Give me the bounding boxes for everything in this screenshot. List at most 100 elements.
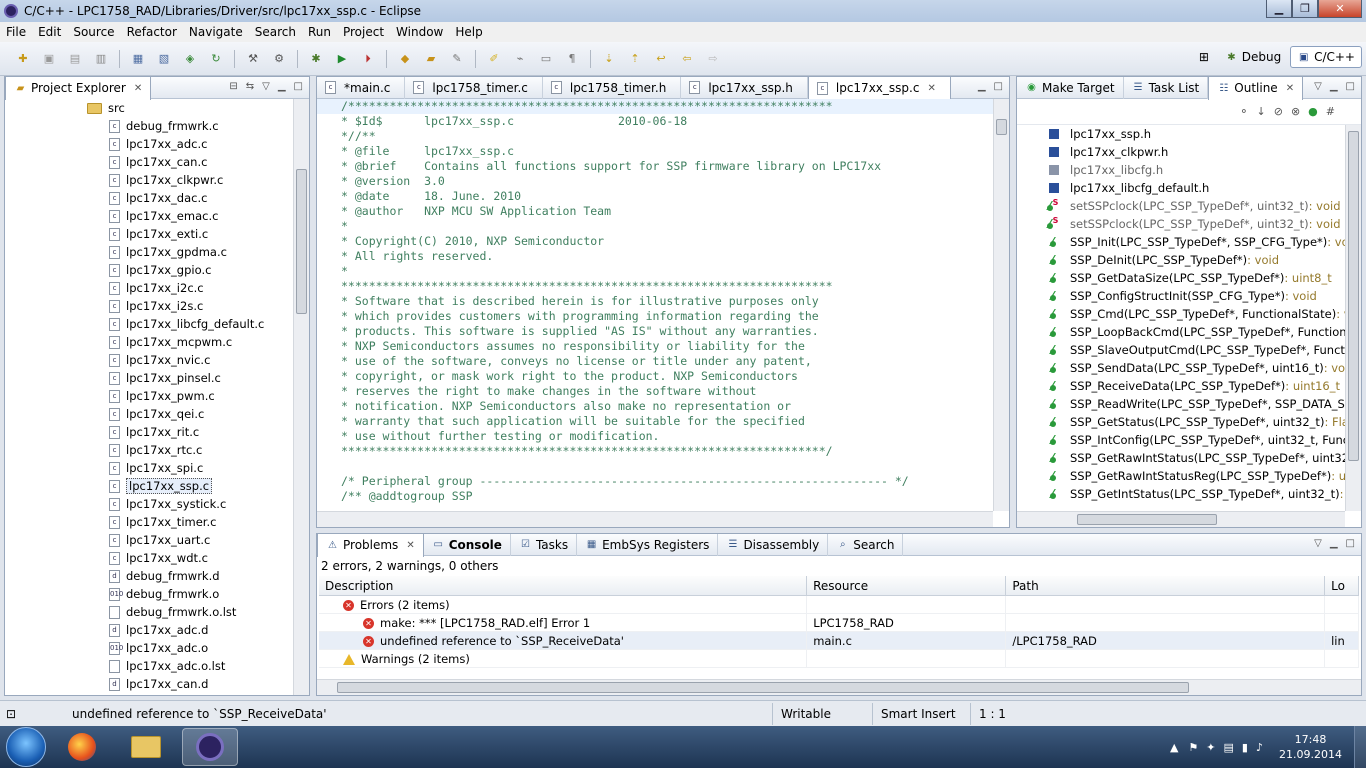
tree-file[interactable]: c lpc17xx_nvic.c [5,351,293,369]
new-class-icon[interactable]: ◈ [181,51,199,67]
taskbar-eclipse[interactable] [182,728,238,766]
minimize-view-icon[interactable]: ▁ [978,81,986,92]
outline-item[interactable]: ⁄S setSSPclock(LPC_SSP_TypeDef*, uint32_t… [1017,197,1345,215]
tree-file[interactable]: d lpc17xx_can.d [5,675,293,693]
build-config-icon[interactable]: ▧ [155,51,173,67]
outline-item[interactable]: ⁄ SSP_ReceiveData(LPC_SSP_TypeDef*) : uin… [1017,377,1345,395]
maximize-view-icon[interactable]: □ [994,81,1003,92]
maximize-view-icon[interactable]: □ [1346,538,1355,549]
hammer-icon[interactable]: ⚒ [244,51,262,67]
minimize-view-icon[interactable]: ▁ [1330,81,1338,92]
last-edit-icon[interactable]: ↩ [652,51,670,67]
outline-vscrollbar[interactable] [1345,125,1361,511]
outline-item[interactable]: ⁄ SSP_GetIntStatus(LPC_SSP_TypeDef*, uint… [1017,485,1345,503]
outline-item[interactable]: ⁄ SSP_GetRawIntStatus(LPC_SSP_TypeDef*, u… [1017,449,1345,467]
close-icon[interactable]: ✕ [134,83,142,94]
clock[interactable]: 17:48 21.09.2014 [1267,732,1354,762]
tab-problems[interactable]: ⚠ Problems ✕ [317,534,424,557]
outline-item[interactable]: ⁄ SSP_GetRawIntStatusReg(LPC_SSP_TypeDef*… [1017,467,1345,485]
outline-hscrollbar[interactable] [1017,511,1345,527]
close-button[interactable]: ✕ [1318,0,1362,18]
outline-item[interactable]: ⁄ SSP_ReadWrite(LPC_SSP_TypeDef*, SSP_DAT… [1017,395,1345,413]
editor-tab[interactable]: c lpc17xx_ssp.h [681,77,808,99]
pencil-icon[interactable]: ✎ [448,51,466,67]
collapse-all-icon[interactable]: ⊟ [229,81,237,92]
tab-disassembly[interactable]: ☰ Disassembly [718,534,829,556]
gear-icon[interactable]: ⚙ [270,51,288,67]
menu-search[interactable]: Search [249,25,302,39]
open-type-icon[interactable]: ◆ [396,51,414,67]
menu-file[interactable]: File [0,25,32,39]
tree-file[interactable]: c lpc17xx_uart.c [5,531,293,549]
tree-file[interactable]: c lpc17xx_dac.c [5,189,293,207]
link-editor-icon[interactable]: ⇆ [246,81,254,92]
outline-item[interactable]: ⁄ SSP_SendData(LPC_SSP_TypeDef*, uint16_t… [1017,359,1345,377]
problem-row[interactable]: ✕ make: *** [LPC1758_RAD.elf] Error 1 LPC1… [319,614,1359,632]
maximize-view-icon[interactable]: □ [1346,81,1355,92]
show-whitespace-icon[interactable]: ¶ [563,51,581,67]
print-icon[interactable]: ▥ [92,51,110,67]
tree-file[interactable]: c lpc17xx_systick.c [5,495,293,513]
build-icon[interactable]: ▦ [129,51,147,67]
menu-edit[interactable]: Edit [32,25,67,39]
tray-signal-icon[interactable]: ▮ [1242,741,1248,754]
menu-navigate[interactable]: Navigate [183,25,249,39]
hide-fields-icon[interactable]: ⚬ [1239,105,1248,118]
problems-hscrollbar[interactable] [317,679,1361,695]
tree-file[interactable]: 010 debug_frmwrk.o [5,585,293,603]
tray-expand-icon[interactable]: ▲ [1170,741,1178,754]
editor-tab[interactable]: c lpc1758_timer.h [543,77,682,99]
perspective-debug[interactable]: ✱ Debug [1218,46,1288,68]
column-header[interactable]: Path [1006,576,1326,595]
outline-item[interactable]: lpc17xx_clkpwr.h [1017,143,1345,161]
tab-tasks[interactable]: ☑ Tasks [511,534,578,556]
tree-file[interactable]: c lpc17xx_gpio.c [5,261,293,279]
editor-tab[interactable]: c *main.c [317,77,406,99]
debug-icon[interactable]: ✱ [307,51,325,67]
tab-task-list[interactable]: ☰ Task List [1124,77,1209,99]
close-icon[interactable]: ✕ [927,83,935,94]
tree-file[interactable]: d lpc17xx_adc.d [5,621,293,639]
minimize-button[interactable]: ▁ [1266,0,1292,18]
hash-icon[interactable]: # [1326,105,1335,118]
tab-project-explorer[interactable]: ▰ Project Explorer ✕ [5,77,152,100]
hide-nonpublic-icon[interactable]: ⊗ [1291,105,1300,118]
back-icon[interactable]: ⇦ [678,51,696,67]
tab-console[interactable]: ▭ Console [424,534,511,556]
tree-file[interactable]: c lpc17xx_pwm.c [5,387,293,405]
perspective-cpp[interactable]: ▣ C/C++ [1290,46,1362,68]
tab-outline[interactable]: ☷ Outline ✕ [1208,77,1304,100]
tree-file[interactable]: c lpc17xx_timer.c [5,513,293,531]
prev-annotation-icon[interactable]: ⇡ [626,51,644,67]
external-tools-icon[interactable]: ⏵ [359,51,377,67]
tree-file[interactable]: c lpc17xx_adc.c [5,135,293,153]
tab-make-target[interactable]: ◉ Make Target [1017,77,1124,99]
toggle-mark-icon[interactable]: ⌁ [511,51,529,67]
save-all-icon[interactable]: ▤ [66,51,84,67]
tree-file[interactable]: c lpc17xx_emac.c [5,207,293,225]
outline-item[interactable]: ⁄ SSP_ConfigStructInit(SSP_CFG_Type*) : v… [1017,287,1345,305]
outline-item[interactable]: lpc17xx_libcfg.h [1017,161,1345,179]
tree-file[interactable]: c debug_frmwrk.c [5,117,293,135]
menu-help[interactable]: Help [449,25,488,39]
tree-file[interactable]: c lpc17xx_can.c [5,153,293,171]
view-menu-icon[interactable]: ▽ [262,81,270,92]
maximize-view-icon[interactable]: □ [294,81,303,92]
outline-item[interactable]: ⁄ SSP_GetDataSize(LPC_SSP_TypeDef*) : uin… [1017,269,1345,287]
taskbar-firefox[interactable] [54,728,110,766]
block-select-icon[interactable]: ▭ [537,51,555,67]
tree-file[interactable]: c lpc17xx_exti.c [5,225,293,243]
outline-item[interactable]: ⁄S setSSPclock(LPC_SSP_TypeDef*, uint32_t… [1017,215,1345,233]
editor-tab[interactable]: c lpc17xx_ssp.c ✕ [807,77,951,100]
menu-source[interactable]: Source [67,25,120,39]
menu-refactor[interactable]: Refactor [121,25,183,39]
menu-window[interactable]: Window [390,25,449,39]
column-header[interactable]: Description [319,576,808,595]
outline-item[interactable]: ⁄ SSP_GetStatus(LPC_SSP_TypeDef*, uint32_… [1017,413,1345,431]
hide-static-icon[interactable]: ⊘ [1274,105,1283,118]
tree-file[interactable]: c lpc17xx_wdt.c [5,549,293,567]
tree-file[interactable]: 010 lpc17xx_adc.o [5,639,293,657]
tree-file[interactable]: c lpc17xx_clkpwr.c [5,171,293,189]
outline-item[interactable]: lpc17xx_ssp.h [1017,125,1345,143]
minimize-view-icon[interactable]: ▁ [1330,538,1338,549]
